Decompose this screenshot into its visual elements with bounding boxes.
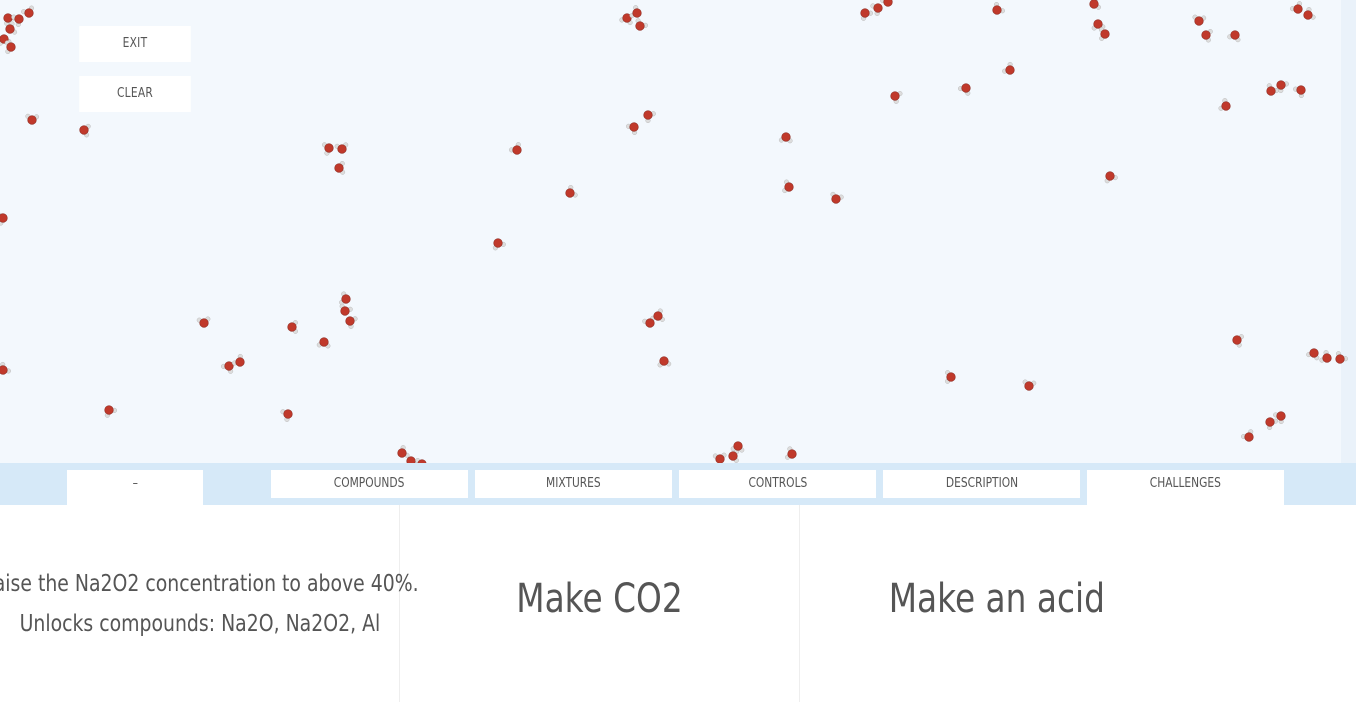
tab-mixtures-label: MIXTURES xyxy=(546,476,601,491)
tab-mixtures[interactable]: MIXTURES xyxy=(475,470,672,498)
challenges-panel: Raise the Na2O2 concentration to above 4… xyxy=(0,505,1356,702)
tab-description[interactable]: DESCRIPTION xyxy=(883,470,1080,498)
tab-controls-label: CONTROLS xyxy=(748,476,807,491)
challenge-title: Make an acid xyxy=(888,575,1106,622)
tab-bar: – COMPOUNDS MIXTURES CONTROLS DESCRIPTIO… xyxy=(0,463,1356,505)
tab-collapse[interactable]: – xyxy=(67,470,203,505)
tab-compounds[interactable]: COMPOUNDS xyxy=(271,470,468,498)
challenge-title: Make CO2 xyxy=(516,575,683,622)
tab-challenges-label: CHALLENGES xyxy=(1149,476,1222,491)
challenge-unlocks: Unlocks compounds: Na2O, Na2O2, Al xyxy=(19,610,380,637)
challenge-card-acid[interactable]: Make an acid xyxy=(800,505,1194,702)
simulation-scroll-edge xyxy=(1341,0,1356,463)
clear-button[interactable]: CLEAR xyxy=(79,76,191,112)
tab-collapse-label: – xyxy=(132,476,138,491)
simulation-canvas[interactable] xyxy=(0,0,1341,463)
tab-compounds-label: COMPOUNDS xyxy=(334,476,405,491)
tab-description-label: DESCRIPTION xyxy=(945,476,1018,491)
challenge-card-na2o2[interactable]: Raise the Na2O2 concentration to above 4… xyxy=(0,505,418,702)
tab-challenges[interactable]: CHALLENGES xyxy=(1087,470,1284,505)
exit-button[interactable]: EXIT xyxy=(79,26,191,62)
challenge-card-co2[interactable]: Make CO2 xyxy=(400,505,800,702)
challenge-title: Raise the Na2O2 concentration to above 4… xyxy=(0,570,419,597)
tab-controls[interactable]: CONTROLS xyxy=(679,470,876,498)
